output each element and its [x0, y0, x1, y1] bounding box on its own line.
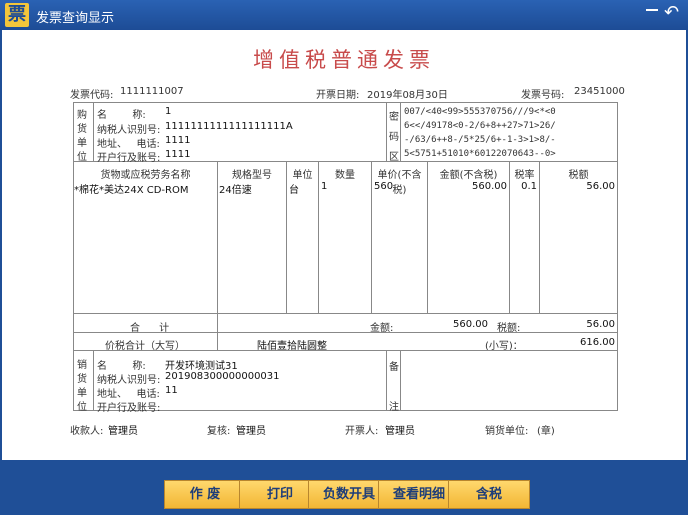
seller-name-label: 名 称:	[97, 361, 146, 372]
cipher-line: 6<</49178<0-2/6+8++27>71>26/	[404, 121, 556, 131]
drawer-label: 开票人:	[345, 426, 379, 437]
remarks-char: 备	[389, 362, 399, 373]
column-header-qty: 数量	[335, 170, 355, 181]
item-tax: 56.00	[586, 181, 615, 192]
drawer: 管理员	[385, 426, 415, 437]
item-price: 560	[374, 181, 394, 192]
invoice-paper: 增值税普通发票 发票代码: 1111111007 开票日期: 2019年08月3…	[2, 30, 686, 460]
grid-line	[73, 102, 618, 103]
buyer-name: 1	[165, 106, 172, 117]
invoice-title: 增值税普通发票	[253, 48, 435, 72]
item-unit: 台	[289, 185, 299, 196]
column-header-tax: 税额	[568, 170, 589, 181]
seller-section-char: 货	[77, 374, 87, 385]
item-qty: 1	[321, 181, 328, 192]
grid-line	[73, 332, 618, 333]
grid-line	[93, 350, 94, 410]
buyer-tax-id-label: 纳税人识别号:	[97, 125, 161, 136]
invoice-code-label: 发票代码:	[70, 90, 114, 101]
seller-section-char: 单	[77, 388, 87, 399]
seller-address-label: 地址、 电话:	[97, 389, 160, 400]
invoice-date-label: 开票日期:	[316, 90, 360, 101]
minimize-button[interactable]	[646, 6, 658, 11]
grid-line	[318, 161, 319, 313]
reviewer-label: 复核:	[207, 426, 231, 437]
seller-stamp: (章)	[537, 426, 555, 437]
total-amount: 560.00	[453, 319, 488, 330]
seller-address: 11	[165, 385, 178, 396]
total-tax: 56.00	[586, 319, 615, 330]
grid-line	[386, 350, 387, 410]
seller-stamp-label: 销货单位:	[485, 426, 529, 437]
window-title: 发票查询显示	[36, 11, 115, 26]
grid-line	[73, 313, 618, 314]
void-button[interactable]: 作 废	[164, 480, 246, 509]
column-header-spec: 规格型号	[232, 170, 272, 181]
seller-name: 开发环境测试31	[165, 361, 238, 372]
grid-line	[217, 161, 218, 313]
seller-tax-id-label: 纳税人识别号:	[97, 375, 161, 386]
buyer-section-char: 货	[77, 124, 87, 135]
buyer-bank: 1111	[165, 149, 191, 160]
grid-line	[73, 102, 74, 410]
column-header-goods: 货物或应税劳务名称	[100, 170, 191, 181]
cipher-line: 007/<40<99>555370756///9<*<0	[404, 107, 556, 117]
grid-line	[93, 102, 94, 161]
grand-total-lower: 616.00	[580, 337, 615, 348]
buyer-name-label: 名 称:	[97, 110, 146, 121]
payee: 管理员	[108, 426, 138, 437]
item-rate: 0.1	[521, 181, 537, 192]
invoice-date: 2019年08月30日	[367, 90, 448, 101]
seller-bank-label: 开户行及账号:	[97, 403, 161, 414]
grid-line	[386, 102, 387, 161]
buyer-bank-label: 开户行及账号:	[97, 153, 161, 164]
column-header-unit: 单位	[292, 170, 313, 181]
tax-included-button[interactable]: 含税	[448, 480, 530, 509]
cipher-line: 5<5751+51010*60122070643--0>	[404, 149, 556, 159]
remarks-char: 注	[389, 402, 399, 413]
invoice-code: 1111111007	[120, 86, 184, 97]
cipher-line: -/63/6++8-/5*25/6+-1-3>1>8/-	[404, 135, 556, 145]
item-amount: 560.00	[472, 181, 507, 192]
buyer-address: 1111	[165, 135, 191, 146]
grid-line	[400, 102, 401, 161]
payee-label: 收款人:	[70, 426, 104, 437]
grid-line	[400, 350, 401, 410]
grid-line	[617, 102, 618, 410]
grid-line	[427, 161, 428, 313]
grid-line	[73, 350, 618, 351]
column-header-amount: 金额(不含税)	[439, 170, 498, 181]
cipher-section-char: 码	[389, 132, 399, 143]
seller-tax-id: 201908300000000031	[165, 371, 280, 382]
cipher-section-char: 密	[389, 112, 399, 123]
item-spec: 24倍速	[219, 185, 252, 196]
grid-line	[509, 161, 510, 313]
column-header-rate: 税率	[514, 170, 535, 181]
item-goods: *棉花*美达24X CD-ROM	[74, 185, 189, 196]
buyer-section-char: 单	[77, 138, 87, 149]
buyer-tax-id: 1111111111111111111A	[165, 121, 293, 132]
grid-line	[539, 161, 540, 313]
cipher-section-char: 区	[389, 152, 399, 163]
seller-section-char: 销	[77, 360, 87, 371]
title-bar: 票 发票查询显示 ↶	[0, 0, 688, 30]
seller-section-char: 位	[77, 402, 87, 413]
invoice-logo-icon: 票	[5, 3, 29, 27]
back-icon[interactable]: ↶	[664, 2, 679, 23]
buyer-section-char: 购	[77, 110, 87, 121]
grid-line	[286, 161, 287, 313]
buyer-address-label: 地址、 电话:	[97, 139, 160, 150]
reviewer: 管理员	[236, 426, 266, 437]
buyer-section-char: 位	[77, 152, 87, 163]
invoice-number: 23451000	[574, 86, 625, 97]
invoice-number-label: 发票号码:	[521, 90, 565, 101]
